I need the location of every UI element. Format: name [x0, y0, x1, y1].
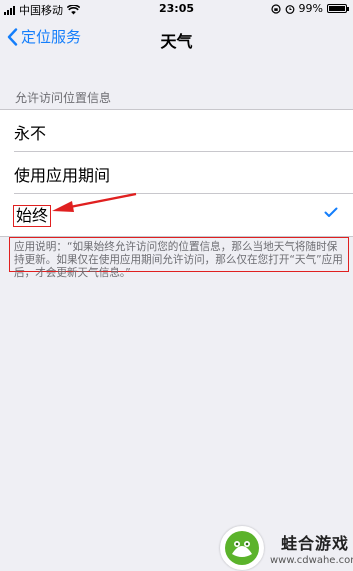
navigation-bar: 定位服务 天气	[0, 18, 353, 60]
status-bar: 中国移动 23:05 99%	[0, 0, 353, 18]
section-header: 允许访问位置信息	[15, 91, 112, 105]
option-label: 使用应用期间	[14, 166, 111, 185]
watermark-text: 蛙合游戏 www.cdwahe.com	[270, 530, 353, 566]
option-never[interactable]: 永不	[0, 110, 353, 152]
location-options-group: 永不 使用应用期间 始终	[0, 109, 353, 237]
watermark: 蛙合游戏 www.cdwahe.com	[220, 526, 353, 570]
status-right: 99%	[270, 2, 349, 15]
checkmark-icon	[324, 207, 338, 217]
frog-logo	[220, 526, 264, 570]
option-while-using[interactable]: 使用应用期间	[0, 152, 353, 194]
app-explanation-text: 应用说明：“如果始终允许访问您的位置信息，那么当地天气将随时保持更新。如果仅在使…	[9, 237, 349, 279]
battery-icon	[327, 4, 349, 13]
lock-rotation-icon	[270, 3, 281, 14]
option-label: 始终	[13, 205, 52, 227]
option-label: 永不	[14, 124, 47, 143]
watermark-url: www.cdwahe.com	[270, 555, 353, 566]
watermark-name: 蛙合游戏	[280, 534, 349, 553]
page-title: 天气	[160, 32, 193, 51]
alarm-icon	[285, 4, 294, 14]
battery-percent: 99%	[298, 2, 323, 15]
red-arrow-annotation	[52, 192, 137, 212]
